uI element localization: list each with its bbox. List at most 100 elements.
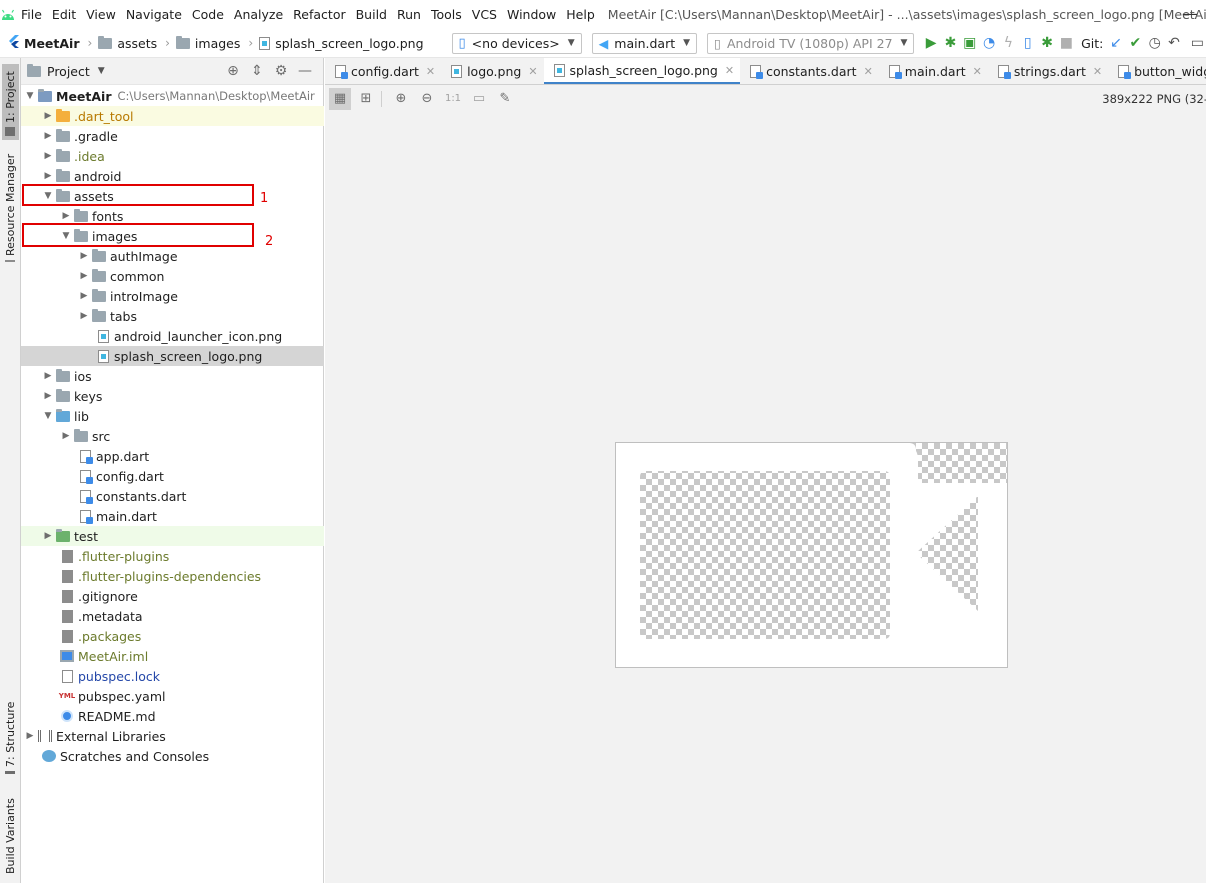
tree-item-readme[interactable]: README.md <box>21 706 324 726</box>
close-icon[interactable]: ✕ <box>973 65 982 78</box>
tree-item-gitignore[interactable]: .gitignore <box>21 586 324 606</box>
menu-navigate[interactable]: Navigate <box>121 0 187 29</box>
menu-code[interactable]: Code <box>187 0 229 29</box>
terminal-icon[interactable]: ▭ <box>1189 31 1206 55</box>
rollback-icon[interactable]: ↶ <box>1165 31 1182 55</box>
menu-build[interactable]: Build <box>351 0 392 29</box>
tree-item-pubspec-yaml[interactable]: YML pubspec.yaml <box>21 686 324 706</box>
stop-icon[interactable]: ■ <box>1058 31 1075 55</box>
tree-item-meetair[interactable]: ▼ .dart_tool MeetAir C:\Users\Mannan\Des… <box>21 86 324 106</box>
tree-item-dart-tool[interactable]: ▶ .dart_tool <box>21 106 324 126</box>
tree-item-config-dart[interactable]: config.dart <box>21 466 324 486</box>
tree-item-flutter-plugins-dependencies[interactable]: .flutter-plugins-dependencies <box>21 566 324 586</box>
tree-item-constants-dart[interactable]: constants.dart <box>21 486 324 506</box>
zoom-out-icon[interactable]: ⊖ <box>416 88 438 110</box>
breadcrumb-assets[interactable]: assets <box>94 35 157 51</box>
project-tool-tab[interactable]: 1: Project <box>2 64 19 140</box>
project-view-selector[interactable]: Project ▼ <box>27 63 105 79</box>
menu-help[interactable]: Help <box>561 0 600 29</box>
tree-item-main-dart[interactable]: main.dart <box>21 506 324 526</box>
collapse-all-icon[interactable]: ⇕ <box>245 63 269 79</box>
close-icon[interactable]: ✕ <box>528 65 537 78</box>
menu-view[interactable]: View <box>81 0 121 29</box>
menu-run[interactable]: Run <box>392 0 426 29</box>
tree-item-android[interactable]: ▶ android <box>21 166 324 186</box>
menu-window[interactable]: Window <box>502 0 561 29</box>
actual-size-button[interactable]: 1:1 <box>442 88 464 110</box>
tab-strings-dart[interactable]: strings.dart ✕ <box>988 58 1108 84</box>
device-selector[interactable]: ▯ <no devices> ▼ <box>451 32 582 54</box>
tree-item-src[interactable]: ▶ src <box>21 426 324 446</box>
menu-tools[interactable]: Tools <box>426 0 467 29</box>
hide-panel-icon[interactable]: — <box>293 63 317 79</box>
debug-icon[interactable]: ✱ <box>942 31 959 55</box>
build-variants-tab[interactable]: Build Variants <box>2 798 19 878</box>
coverage-icon[interactable]: ▣ <box>961 31 978 55</box>
apply-changes-icon[interactable]: ϟ <box>1000 31 1017 55</box>
grid-icon[interactable]: ⊞ <box>355 88 377 110</box>
close-icon[interactable]: ✕ <box>864 65 873 78</box>
profile-icon[interactable]: ◔ <box>980 31 997 55</box>
menu-refactor[interactable]: Refactor <box>288 0 350 29</box>
close-icon[interactable]: ✕ <box>725 64 734 77</box>
emulator-selector[interactable]: ▯ Android TV (1080p) API 27 ▼ <box>707 32 915 54</box>
tree-item-lib[interactable]: ▼ lib <box>21 406 324 426</box>
history-icon[interactable]: ◷ <box>1146 31 1163 55</box>
tree-item-external-libraries[interactable]: ▶ External Libraries <box>21 726 324 746</box>
resource-manager-tab[interactable]: Resource Manager <box>2 154 19 266</box>
dart-file-icon <box>79 509 93 524</box>
color-picker-icon[interactable]: ✎ <box>494 88 516 110</box>
tab-config-dart[interactable]: config.dart ✕ <box>325 58 441 84</box>
folder-icon <box>92 288 106 302</box>
tree-item-label: fonts <box>92 208 124 224</box>
minimize-icon[interactable]: — <box>1182 4 1198 23</box>
breadcrumb-file[interactable]: splash_screen_logo.png <box>255 36 424 51</box>
tree-item-ios[interactable]: ▶ ios <box>21 366 324 386</box>
menu-edit[interactable]: Edit <box>47 0 81 29</box>
close-icon[interactable]: ✕ <box>1093 65 1102 78</box>
tree-item-test[interactable]: ▶ test <box>21 526 324 546</box>
menu-file[interactable]: File <box>16 0 47 29</box>
tree-item-label: .gradle <box>74 128 118 144</box>
git-update-icon[interactable]: ↙ <box>1107 31 1124 55</box>
tab-logo-png[interactable]: logo.png ✕ <box>441 58 543 84</box>
tree-item-idea[interactable]: ▶ .idea <box>21 146 324 166</box>
tree-item-tabs[interactable]: ▶ tabs <box>21 306 324 326</box>
locate-icon[interactable]: ⊕ <box>221 63 245 79</box>
breadcrumb-images[interactable]: images <box>172 35 240 51</box>
tree-item-metadata[interactable]: .metadata <box>21 606 324 626</box>
tree-item-common[interactable]: ▶ common <box>21 266 324 286</box>
tree-item-splash-screen-logo[interactable]: splash_screen_logo.png <box>21 346 324 366</box>
tree-item-gradle[interactable]: ▶ .gradle <box>21 126 324 146</box>
git-commit-icon[interactable]: ✔ <box>1127 31 1144 55</box>
close-icon[interactable]: ✕ <box>426 65 435 78</box>
zoom-in-icon[interactable]: ⊕ <box>390 88 412 110</box>
tab-button-widget-dart[interactable]: button_widget.dart ✕ <box>1108 58 1206 84</box>
attach-debugger-icon[interactable]: ▯ <box>1019 31 1036 55</box>
tree-item-flutter-plugins[interactable]: .flutter-plugins <box>21 546 324 566</box>
tree-item-scratches[interactable]: Scratches and Consoles <box>21 746 324 766</box>
menu-vcs[interactable]: VCS <box>467 0 502 29</box>
menu-analyze[interactable]: Analyze <box>229 0 288 29</box>
tree-item-introimage[interactable]: ▶ introImage <box>21 286 324 306</box>
tab-constants-dart[interactable]: constants.dart ✕ <box>740 58 879 84</box>
tree-item-keys[interactable]: ▶ keys <box>21 386 324 406</box>
tree-item-pubspec-lock[interactable]: pubspec.lock <box>21 666 324 686</box>
tab-splash-screen-logo[interactable]: splash_screen_logo.png ✕ <box>543 58 741 84</box>
tab-main-dart[interactable]: main.dart ✕ <box>879 58 988 84</box>
phone-icon: ▯ <box>458 35 466 51</box>
attach-debug-icon[interactable]: ✱ <box>1038 31 1055 55</box>
tree-item-packages[interactable]: .packages <box>21 626 324 646</box>
tree-item-android-launcher-icon[interactable]: android_launcher_icon.png <box>21 326 324 346</box>
chessboard-icon[interactable]: ▦ <box>329 87 351 110</box>
gear-icon[interactable]: ⚙ <box>269 63 293 79</box>
run-icon[interactable]: ▶ <box>922 31 939 55</box>
run-config-selector[interactable]: ◀ main.dart ▼ <box>591 32 698 54</box>
fit-zoom-icon[interactable]: ▭ <box>468 88 490 110</box>
tree-item-label: keys <box>74 388 103 404</box>
tree-item-authimage[interactable]: ▶ authImage <box>21 246 324 266</box>
tree-item-app-dart[interactable]: app.dart <box>21 446 324 466</box>
tree-item-meetair-iml[interactable]: MeetAir.iml <box>21 646 324 666</box>
structure-tool-tab[interactable]: 7: Structure <box>2 702 19 778</box>
breadcrumb-root[interactable]: MeetAir <box>0 35 80 51</box>
